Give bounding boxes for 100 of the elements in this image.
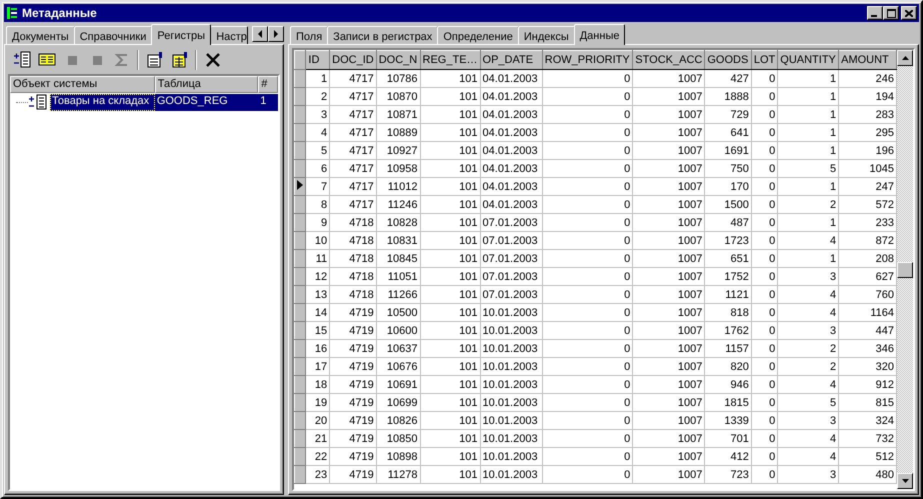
column-header[interactable]: STOCK_ACC	[632, 50, 705, 70]
table-cell: 1007	[632, 160, 705, 178]
table-cell: 11051	[376, 268, 420, 286]
close-icon	[905, 10, 913, 16]
column-header[interactable]: DOC_N	[376, 50, 420, 70]
table-cell: 101	[420, 88, 480, 106]
delete-icon[interactable]	[204, 51, 222, 69]
table-cell: 101	[420, 304, 480, 322]
column-header[interactable]: Таблица	[154, 76, 258, 93]
table-cell: 4717	[330, 124, 376, 142]
table-cell: 1007	[632, 322, 705, 340]
table-cell: 101	[420, 178, 480, 196]
column-header[interactable]: LOT	[751, 50, 778, 70]
row-indicator[interactable]	[294, 178, 306, 196]
column-header[interactable]: AMOUNT	[838, 50, 896, 70]
table-cell: 487	[704, 214, 752, 232]
table-cell: 1007	[632, 196, 705, 214]
table-cell: 1007	[632, 88, 705, 106]
table-cell: 1007	[632, 124, 705, 142]
minimize-button[interactable]	[867, 6, 883, 20]
table-cell: 10927	[376, 142, 420, 160]
table-cell: 0	[751, 304, 778, 322]
column-header[interactable]: GOODS	[704, 50, 752, 70]
table-cell: 1007	[632, 232, 705, 250]
column-header[interactable]: DOC_ID	[330, 50, 376, 70]
table-cell: 1007	[632, 304, 705, 322]
table-cell: 10500	[376, 304, 420, 322]
table-cell: 1007	[632, 286, 705, 304]
tab[interactable]: Справочники	[74, 26, 152, 44]
table-cell: 2	[778, 340, 839, 358]
table-cell: 1007	[632, 106, 705, 124]
tab[interactable]: Регистры	[151, 24, 212, 45]
table-cell: 10699	[376, 394, 420, 412]
table-cell: 10.01.2003	[480, 430, 542, 448]
tab[interactable]: Записи в регистрах	[327, 26, 438, 44]
table-cell: 1815	[704, 394, 752, 412]
column-header[interactable]: ROW_PRIORITY	[542, 50, 633, 70]
table-cell: 1691	[704, 142, 752, 160]
table-properties-icon[interactable]	[170, 51, 188, 69]
scroll-down-icon[interactable]	[902, 479, 908, 483]
table-cell: 04.01.2003	[480, 70, 542, 88]
table-cell: 427	[704, 70, 752, 88]
table-cell: 0	[751, 448, 778, 466]
table-cell: 101	[420, 124, 480, 142]
table-cell: 0	[751, 430, 778, 448]
tab[interactable]: Документы	[6, 26, 75, 44]
table-cell: 1007	[632, 268, 705, 286]
table-cell: 19	[306, 394, 330, 412]
table-cell: 5	[778, 394, 839, 412]
table-cell: 1339	[704, 412, 752, 430]
table-cell: 1007	[632, 358, 705, 376]
table-cell: 4717	[330, 88, 376, 106]
table-cell: 21	[306, 430, 330, 448]
table-cell: 10826	[376, 412, 420, 430]
table-cell: 0	[542, 70, 633, 88]
table-cell: 818	[704, 304, 752, 322]
table-cell: 651	[704, 250, 752, 268]
table-cell: 0	[751, 214, 778, 232]
maximize-button[interactable]	[883, 6, 899, 20]
close-button[interactable]	[901, 6, 917, 20]
table-cell: 729	[704, 106, 752, 124]
table-cell: 1723	[704, 232, 752, 250]
table-cell: 11246	[376, 196, 420, 214]
table-cell: 723	[704, 466, 752, 484]
properties-icon[interactable]	[146, 51, 164, 69]
list-add-icon[interactable]	[12, 51, 30, 69]
vertical-scrollbar[interactable]	[897, 50, 913, 489]
table-cell: 2	[778, 196, 839, 214]
column-header[interactable]: REG_TE…	[420, 50, 480, 70]
column-header[interactable]: OP_DATE	[480, 50, 542, 70]
table-cell: 4	[778, 430, 839, 448]
table-cell: 101	[420, 106, 480, 124]
scroll-left-button[interactable]	[252, 26, 268, 42]
table-cell: 5	[306, 142, 330, 160]
tab[interactable]: Определение	[437, 26, 519, 44]
table-cell: 101	[420, 430, 480, 448]
scroll-up-icon[interactable]	[902, 56, 908, 60]
tab[interactable]: Настр	[210, 26, 248, 44]
tab[interactable]: Данные	[574, 24, 626, 45]
tree-cell[interactable]: Товары на складах	[50, 94, 155, 110]
scroll-right-button[interactable]	[268, 26, 284, 42]
scroll-thumb[interactable]	[897, 262, 913, 278]
table-cell: 101	[420, 448, 480, 466]
table-cell: 0	[751, 268, 778, 286]
table-cell: 101	[420, 142, 480, 160]
tab[interactable]: Поля	[290, 26, 328, 44]
tab[interactable]: Индексы	[518, 26, 575, 44]
table-cell: 1752	[704, 268, 752, 286]
table-cell: 101	[420, 286, 480, 304]
table-cell: 0	[542, 448, 633, 466]
column-header[interactable]: ID	[306, 50, 330, 70]
tree-icon	[6, 6, 18, 20]
column-header[interactable]: #	[258, 76, 278, 93]
column-header[interactable]: QUANTITY	[778, 50, 839, 70]
table-cell: 0	[542, 340, 633, 358]
column-header[interactable]: Объект системы	[10, 76, 155, 93]
table-cell: 101	[420, 196, 480, 214]
table-cell: 0	[542, 178, 633, 196]
table-cell: 4719	[330, 358, 376, 376]
table-cell: 13	[306, 286, 330, 304]
